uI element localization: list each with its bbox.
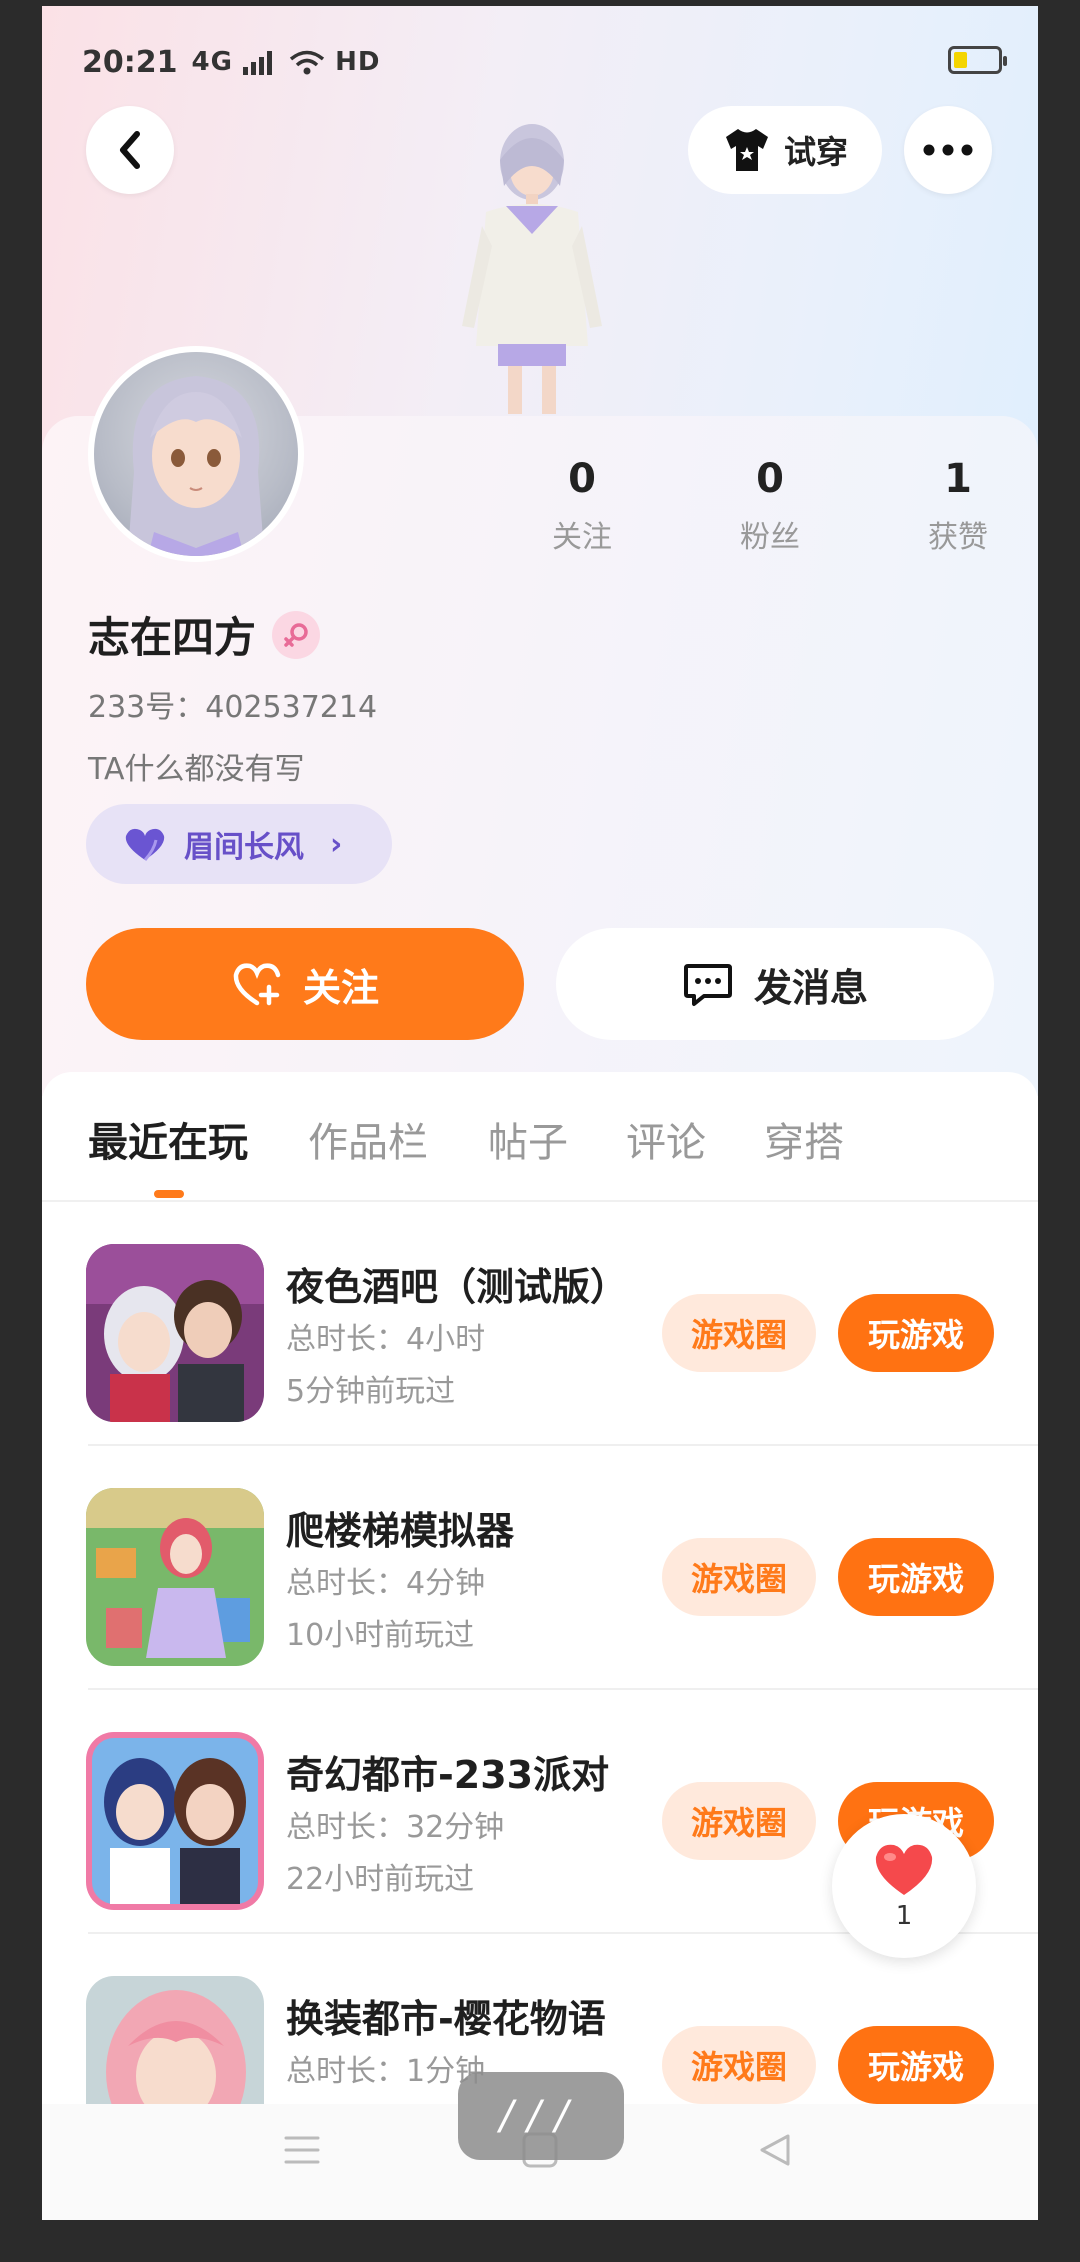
relationship-tag[interactable]: 眉间长风 › [86,804,392,884]
game-title: 爬楼梯模拟器 [286,1509,515,1553]
shirt-icon [725,129,768,171]
game-circle-button[interactable]: 游戏圈 [662,1538,816,1616]
message-label: 发消息 [753,965,868,1010]
chevron-right-icon: › [330,826,343,862]
game-title: 夜色酒吧（测试版） [286,1265,629,1309]
game-duration: 总时长：4分钟 [286,1566,486,1601]
chat-bubble-icon [683,964,732,1006]
stat-label: 关注 [552,520,612,555]
avatar[interactable] [88,346,304,562]
female-gender-icon [272,610,321,659]
tag-label: 眉间长风 [184,830,304,865]
game-title: 换装都市-樱花物语 [286,1997,606,2041]
stat-value: 1 [944,456,972,502]
play-game-button[interactable]: 玩游戏 [838,1294,994,1372]
heart-icon [125,828,165,862]
stat-value: 0 [568,456,596,502]
back-button[interactable] [86,106,174,194]
game-circle-button[interactable]: 游戏圈 [662,1294,816,1372]
app-screen: 20:21 4G HD 试穿 0 关注 0 粉丝 1 获赞 志在四方 233号：… [42,6,1038,2220]
tab-comments[interactable]: 评论 [626,1110,706,1168]
stat-likes[interactable]: 1 获赞 [888,456,1028,556]
game-circle-button[interactable]: 游戏圈 [662,2026,816,2104]
heart-plus-icon [233,963,281,1006]
tab-posts[interactable]: 帖子 [488,1110,568,1168]
menu-icon[interactable] [282,2132,322,2168]
game-duration: 总时长：32分钟 [286,1810,505,1845]
game-last-played: 5分钟前玩过 [286,1374,456,1409]
game-thumbnail[interactable] [86,1244,264,1422]
play-game-button[interactable]: 玩游戏 [838,2026,994,2104]
game-thumbnail[interactable] [86,1488,264,1666]
list-item[interactable]: 夜色酒吧（测试版） 总时长：4小时 5分钟前玩过 游戏圈 玩游戏 [42,1202,1038,1446]
avatar-3d-figure [462,124,602,414]
stat-following[interactable]: 0 关注 [512,456,652,556]
game-thumbnail[interactable] [86,1732,264,1910]
follow-label: 关注 [302,965,379,1010]
active-tab-indicator [154,1190,184,1198]
username: 志在四方 [88,604,321,665]
chevron-left-icon [120,131,140,169]
stat-value: 0 [756,456,784,502]
profile-stats: 0 关注 0 粉丝 1 获赞 [512,456,1032,566]
wifi-icon [289,50,325,74]
tab-recently-played[interactable]: 最近在玩 [88,1110,248,1168]
user-id: 233号：402537214 [88,690,378,725]
network-label: HD [335,47,381,77]
tab-works[interactable]: 作品栏 [308,1110,428,1168]
battery-icon [948,46,1007,74]
game-circle-button[interactable]: 游戏圈 [662,1782,816,1860]
game-duration: 总时长：1分钟 [286,2054,486,2089]
try-on-label: 试穿 [783,133,848,171]
play-game-button[interactable]: 玩游戏 [838,1538,994,1616]
user-bio: TA什么都没有写 [88,752,305,787]
back-triangle-icon[interactable] [754,2132,794,2168]
heart-icon [875,1844,933,1895]
try-on-button[interactable]: 试穿 [688,106,882,194]
game-title: 奇幻都市-233派对 [286,1753,610,1797]
send-message-button[interactable]: 发消息 [556,928,994,1040]
signal-bars-icon [243,50,272,75]
avatar-image [128,376,264,556]
profile-tabs: 最近在玩 作品栏 帖子 评论 穿搭 [42,1072,1038,1202]
username-text: 志在四方 [88,613,257,662]
more-button[interactable] [904,106,992,194]
stat-label: 获赞 [928,520,988,555]
signal-indicator: 4G HD [192,47,381,77]
status-time: 20:21 [82,44,178,80]
follow-button[interactable]: 关注 [86,928,524,1040]
status-bar: 20:21 4G HD [82,34,1007,90]
game-last-played: 10小时前玩过 [286,1618,475,1653]
floating-gesture-pill[interactable]: /// [458,2072,624,2160]
signal-label: 4G [191,47,233,77]
like-count: 1 [895,1901,913,1931]
stat-label: 粉丝 [740,520,800,555]
game-duration: 总时长：4小时 [286,1322,486,1357]
stat-fans[interactable]: 0 粉丝 [700,456,840,556]
more-dots-icon [923,144,973,156]
list-item[interactable]: 爬楼梯模拟器 总时长：4分钟 10小时前玩过 游戏圈 玩游戏 [42,1446,1038,1690]
game-last-played: 22小时前玩过 [286,1862,475,1897]
floating-like-button[interactable]: 1 [832,1814,976,1958]
tab-outfits[interactable]: 穿搭 [764,1110,844,1168]
